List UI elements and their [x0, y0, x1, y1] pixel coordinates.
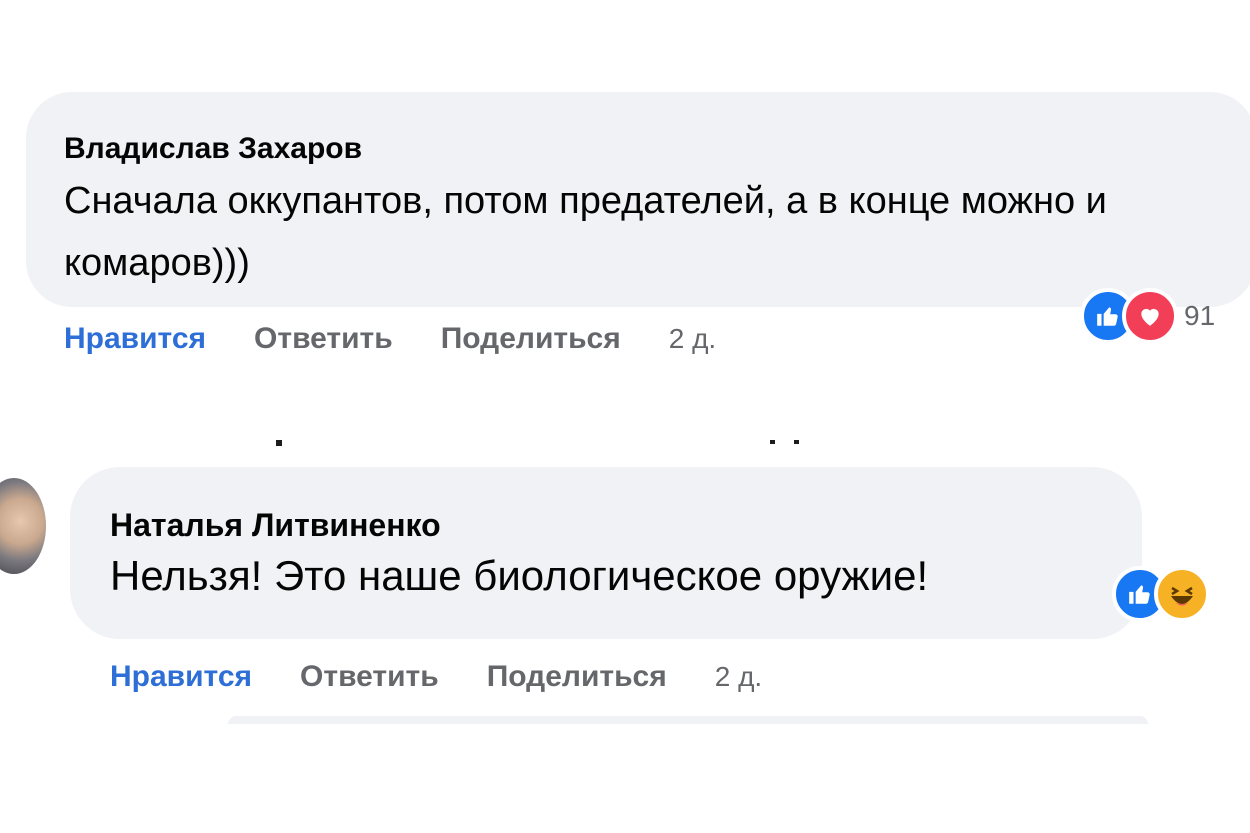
comment-bubble: Наталья Литвиненко Нельзя! Это наше биол…	[70, 467, 1142, 639]
comment-actions: Нравится Ответить Поделиться 2 д.	[64, 322, 764, 356]
like-button[interactable]: Нравится	[110, 660, 252, 694]
haha-icon	[1154, 566, 1210, 622]
divider-dot	[770, 440, 775, 444]
comment-actions: Нравится Ответить Поделиться 2 д.	[110, 660, 810, 694]
comment-bubble: Владислав Захаров Сначала оккупантов, по…	[26, 92, 1250, 307]
comment-text: Нельзя! Это наше биологическое оружие!	[110, 552, 929, 599]
love-icon	[1122, 288, 1178, 344]
avatar[interactable]	[0, 478, 46, 574]
share-button[interactable]: Поделиться	[487, 660, 667, 694]
reactions-summary[interactable]: 91	[1080, 288, 1215, 344]
reaction-count: 91	[1184, 300, 1216, 331]
timestamp[interactable]: 2 д.	[669, 323, 716, 355]
like-button[interactable]: Нравится	[64, 322, 206, 356]
next-comment-bubble	[228, 716, 1148, 724]
reply-button[interactable]: Ответить	[300, 660, 439, 694]
share-button[interactable]: Поделиться	[441, 322, 621, 356]
divider-dot	[276, 440, 282, 446]
reply-button[interactable]: Ответить	[254, 322, 393, 356]
comment-text: Сначала оккупантов, потом предателей, а …	[64, 180, 1107, 284]
comment-author[interactable]: Владислав Захаров	[64, 132, 362, 166]
comment-author[interactable]: Наталья Литвиненко	[110, 507, 441, 544]
timestamp[interactable]: 2 д.	[715, 661, 762, 693]
reactions-summary[interactable]	[1112, 566, 1210, 622]
divider-dot	[794, 440, 799, 444]
